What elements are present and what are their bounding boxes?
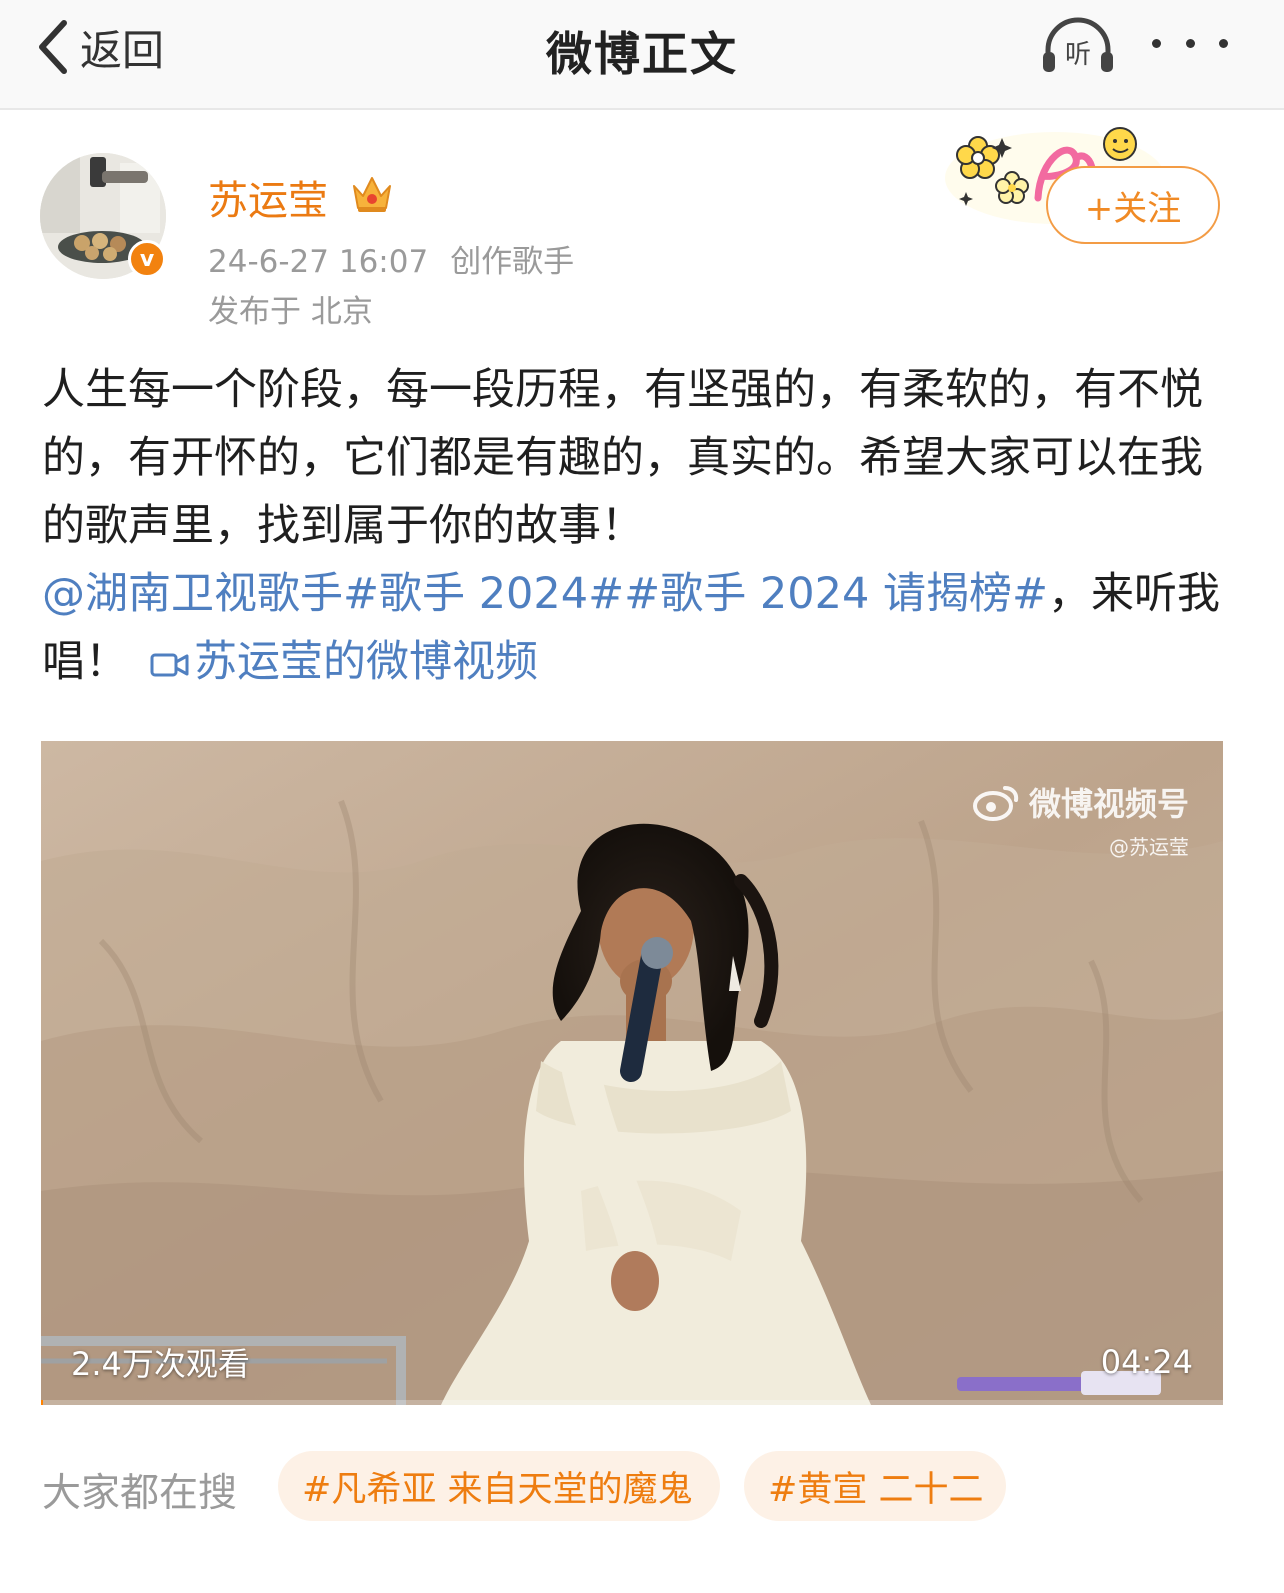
watermark-handle: @苏运莹	[1109, 835, 1189, 859]
weibo-logo-icon	[972, 786, 1019, 821]
mention-link[interactable]: @湖南卫视歌手	[42, 569, 343, 619]
video-progress-fill	[41, 1400, 43, 1405]
post-text: 人生每一个阶段，每一段历程，有坚强的，有柔软的，有不悦的，有开怀的，它们都是有趣…	[42, 365, 1203, 551]
post-timestamp: 24-6-27 16:07	[208, 244, 429, 280]
trending-pill[interactable]: #凡希亚 来自天堂的魔鬼	[278, 1451, 720, 1521]
post-body: 人生每一个阶段，每一段历程，有坚强的，有柔软的，有不悦的，有开怀的，它们都是有趣…	[42, 356, 1232, 696]
video-player[interactable]: 微博视频号 @苏运莹 2.4万次观看 04:24	[41, 741, 1223, 1405]
video-link-label: 苏运莹的微博视频	[194, 637, 538, 687]
verified-badge: v	[128, 240, 166, 278]
video-progress-bar[interactable]	[41, 1400, 1223, 1405]
more-dots-icon[interactable]	[1152, 18, 1228, 68]
video-watermark: 微博视频号 @苏运莹	[972, 779, 1189, 860]
follow-button[interactable]: +关注	[1046, 166, 1220, 244]
trending-pill[interactable]: #黄宣 二十二	[744, 1451, 1006, 1521]
trending-label: 大家都在搜	[42, 1471, 238, 1516]
listen-label: 听	[1064, 40, 1091, 70]
watermark-title: 微博视频号	[1028, 785, 1189, 823]
video-camera-icon	[150, 653, 189, 677]
listen-button[interactable]: 听	[1040, 16, 1116, 76]
video-link[interactable]: 苏运莹的微博视频	[150, 637, 538, 687]
top-nav-bar: 返回 微博正文 听	[0, 0, 1284, 110]
hashtag-link[interactable]: #歌手 2024 请揭榜#	[624, 569, 1048, 619]
video-duration: 04:24	[1100, 1343, 1193, 1381]
view-count: 2.4万次观看	[71, 1345, 250, 1383]
author-role: 创作歌手	[450, 244, 575, 280]
username[interactable]: 苏运莹	[208, 168, 328, 226]
post-meta: 24-6-27 16:07 创作歌手	[208, 236, 574, 281]
crown-icon	[353, 177, 391, 212]
hashtag-link[interactable]: #歌手 2024#	[343, 569, 624, 619]
post-location: 发布于 北京	[208, 294, 373, 330]
